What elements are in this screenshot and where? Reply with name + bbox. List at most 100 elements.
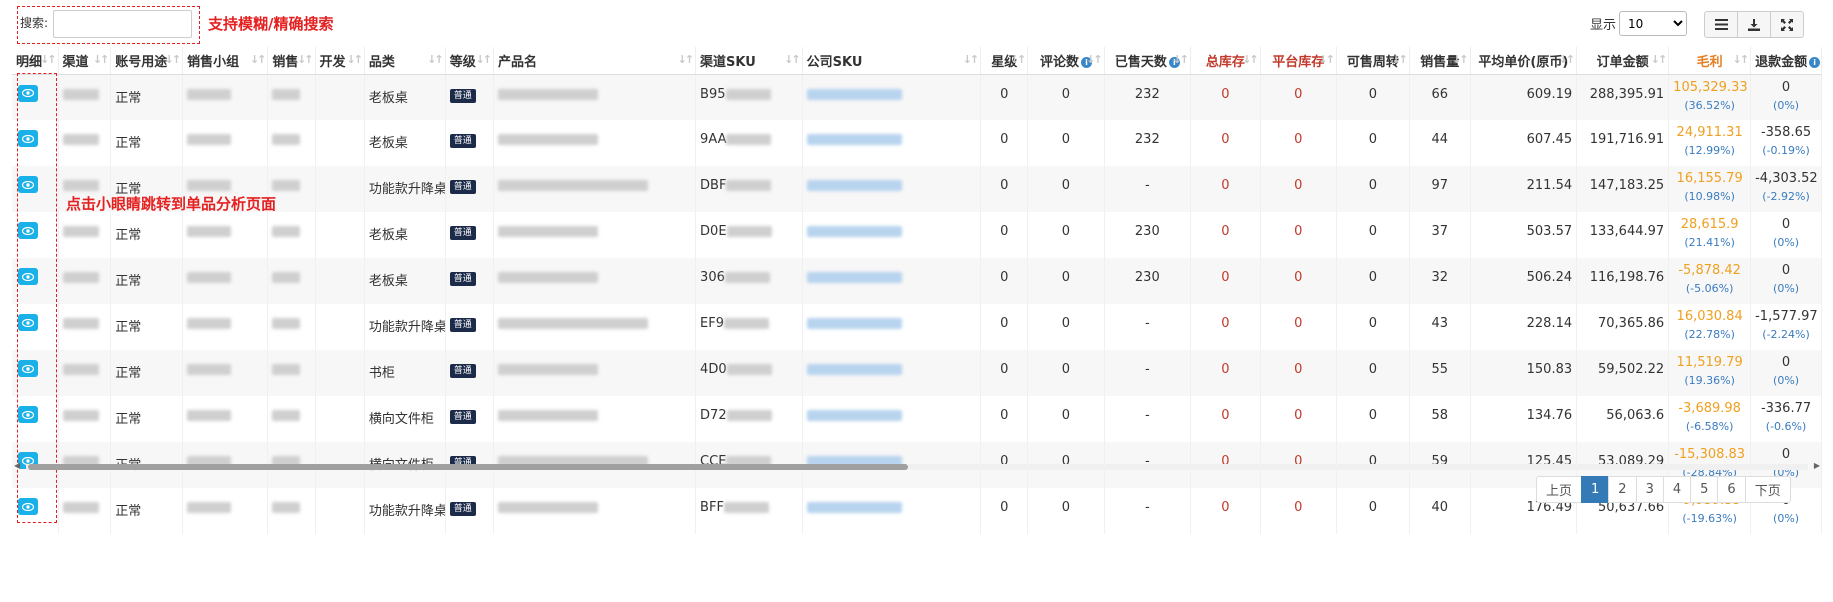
developer-cell <box>315 120 365 166</box>
view-detail-button[interactable] <box>18 222 38 239</box>
company-sku-cell[interactable] <box>802 166 982 212</box>
sort-icon[interactable]: ↓↑ <box>678 53 695 66</box>
col-header[interactable]: 渠道SKU ↓↑ <box>695 47 803 75</box>
col-header[interactable]: 账号用途 ↓↑ <box>110 47 184 75</box>
redacted-text <box>62 226 99 237</box>
sort-icon[interactable]: ↓↑ <box>1242 53 1259 66</box>
page-button-2[interactable]: 2 <box>1608 476 1637 503</box>
view-detail-button[interactable] <box>18 360 38 377</box>
channel-sku-cell: 4D0 <box>695 350 803 396</box>
sort-icon[interactable]: ↓↑ <box>1733 53 1750 66</box>
sort-icon[interactable]: ↓↑ <box>93 53 110 66</box>
view-detail-button[interactable] <box>18 498 38 515</box>
search-input[interactable] <box>53 10 192 38</box>
sort-icon[interactable]: ↓↑ <box>427 53 444 66</box>
page-button-4[interactable]: 4 <box>1662 476 1692 503</box>
col-header[interactable]: 明细 ↓↑ <box>12 47 59 75</box>
page-button-1[interactable]: 1 <box>1581 476 1610 503</box>
profit-percent: (-19.63%) <box>1682 512 1737 525</box>
view-detail-button[interactable] <box>18 314 38 331</box>
sort-icon[interactable]: ↓↑ <box>40 53 57 66</box>
col-header[interactable]: 评论数 i ↓↑ <box>1027 47 1105 75</box>
view-detail-button[interactable] <box>18 406 38 423</box>
company-sku-cell[interactable] <box>802 212 982 258</box>
view-detail-button[interactable] <box>18 176 38 193</box>
page-button-5[interactable]: 5 <box>1690 476 1719 503</box>
refund-cell: -336.77 (-0.6%) <box>1750 396 1822 442</box>
redacted-text <box>498 180 648 191</box>
col-header[interactable]: 可售周转 ↓↑ <box>1336 47 1410 75</box>
company-sku-cell[interactable] <box>802 350 982 396</box>
page-button-6[interactable]: 6 <box>1717 476 1746 503</box>
sort-icon[interactable]: ↓↑ <box>476 53 493 66</box>
company-sku-cell[interactable] <box>802 258 982 304</box>
view-detail-button[interactable] <box>18 130 38 147</box>
category-cell: 老板桌 <box>364 120 446 166</box>
col-header[interactable]: 开发 ↓↑ <box>315 47 365 75</box>
prev-page-button[interactable]: 上页 <box>1536 476 1583 503</box>
col-header[interactable]: 平均单价(原币) ↓↑ <box>1470 47 1578 75</box>
col-header[interactable]: 公司SKU ↓↑ <box>802 47 982 75</box>
col-header[interactable]: 销售量 ↓↑ <box>1409 47 1471 75</box>
refund-percent: (0%) <box>1773 374 1800 387</box>
channel-sku-cell: 306 <box>695 258 803 304</box>
scroll-right-icon[interactable]: ▶ <box>1814 461 1820 470</box>
company-sku-cell[interactable] <box>802 488 982 534</box>
view-detail-button[interactable] <box>18 268 38 285</box>
channel-sku-cell: DBF <box>695 166 803 212</box>
eye-icon <box>22 89 34 97</box>
sort-icon[interactable]: ↓↑ <box>1391 53 1408 66</box>
col-header[interactable]: 平台库存 ↓↑ <box>1260 47 1337 75</box>
company-sku-cell[interactable] <box>802 396 982 442</box>
sort-icon[interactable]: ↓↑ <box>1010 53 1027 66</box>
profit-percent: (12.99%) <box>1684 144 1735 157</box>
next-page-button[interactable]: 下页 <box>1744 476 1791 503</box>
sort-icon[interactable]: ↓↑ <box>297 53 314 66</box>
sort-icon[interactable]: ↓↑ <box>346 53 363 66</box>
col-header[interactable]: 产品名 ↓↑ <box>493 47 697 75</box>
page-size-select[interactable]: 10 <box>1619 11 1687 36</box>
sort-icon[interactable]: ↓↑ <box>1319 53 1336 66</box>
sort-icon[interactable]: ↓↑ <box>963 53 980 66</box>
sort-icon[interactable]: ↓↑ <box>1651 53 1668 66</box>
col-header[interactable]: 品类 ↓↑ <box>364 47 446 75</box>
col-header[interactable]: 渠道 ↓↑ <box>58 47 112 75</box>
sort-icon[interactable]: ↓↑ <box>250 53 267 66</box>
redacted-text <box>187 180 232 191</box>
display-label: 显示 <box>1590 18 1617 33</box>
company-sku-cell[interactable] <box>802 120 982 166</box>
info-icon[interactable]: i <box>1809 56 1821 68</box>
col-header[interactable]: 退款金额 i <box>1750 47 1822 75</box>
scroll-left-icon[interactable]: ◀ <box>14 461 20 470</box>
profit-percent: (36.52%) <box>1684 98 1735 112</box>
company-sku-cell[interactable] <box>802 74 982 120</box>
col-header[interactable]: 订单金额 ↓↑ <box>1576 47 1670 75</box>
col-header[interactable]: 销售 ↓↑ <box>267 47 316 75</box>
col-header[interactable]: 等级 ↓↑ <box>445 47 495 75</box>
scroll-thumb[interactable] <box>28 464 908 470</box>
sort-icon[interactable]: ↓↑ <box>1173 53 1190 66</box>
company-sku-cell[interactable] <box>802 304 982 350</box>
sort-icon[interactable]: ↓↑ <box>1559 53 1576 66</box>
sort-icon[interactable]: ↓↑ <box>784 53 801 66</box>
col-header[interactable]: 星级 ↓↑ <box>980 47 1029 75</box>
redacted-text <box>62 502 99 513</box>
salesperson-cell <box>267 258 316 304</box>
col-header[interactable]: 总库存 ↓↑ <box>1190 47 1261 75</box>
list-view-button[interactable] <box>1704 11 1738 38</box>
sort-icon[interactable]: ↓↑ <box>165 53 182 66</box>
view-detail-button[interactable] <box>18 84 38 102</box>
export-button[interactable] <box>1737 11 1771 38</box>
search-label: 搜索: <box>20 16 49 30</box>
col-header[interactable]: 毛利 ↓↑ <box>1668 47 1752 75</box>
fullscreen-button[interactable] <box>1770 11 1804 38</box>
product-name-cell <box>493 488 697 534</box>
channel-sku-prefix: 4D0 <box>700 362 727 377</box>
page-button-3[interactable]: 3 <box>1635 476 1664 503</box>
sort-icon[interactable]: ↓↑ <box>1452 53 1469 66</box>
col-header[interactable]: 销售小组 ↓↑ <box>182 47 269 75</box>
eye-icon <box>22 410 34 419</box>
col-header[interactable]: 已售天数 i ↓↑ <box>1104 47 1192 75</box>
sort-icon[interactable]: ↓↑ <box>1086 53 1103 66</box>
horizontal-scrollbar[interactable]: ◀ ▶ <box>12 461 1822 471</box>
